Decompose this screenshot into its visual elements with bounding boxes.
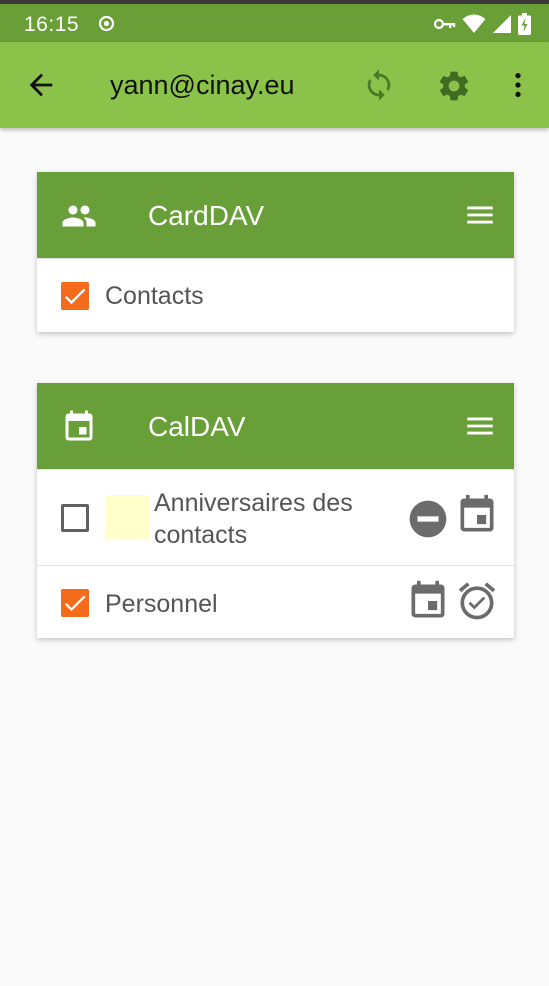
calendar-icon bbox=[406, 579, 450, 623]
contacts-label: Contacts bbox=[105, 282, 204, 310]
menu-icon bbox=[467, 417, 493, 435]
settings-gear-icon bbox=[439, 71, 469, 101]
anniversaires-label: Anniversaires des contacts bbox=[154, 489, 353, 549]
carddav-title: CardDAV bbox=[148, 200, 265, 231]
more-options-button[interactable] bbox=[502, 68, 534, 102]
status-icons bbox=[434, 13, 531, 35]
caldav-menu-button[interactable] bbox=[463, 409, 497, 443]
checkmark-icon bbox=[64, 595, 86, 612]
alarm-check-icon bbox=[455, 579, 499, 623]
calendar-icon bbox=[61, 409, 97, 445]
menu-icon bbox=[467, 206, 493, 224]
sync-button[interactable] bbox=[362, 68, 396, 102]
carddav-card: CardDAV Contacts bbox=[37, 172, 514, 332]
wifi-icon bbox=[462, 14, 486, 34]
caldav-card: CalDAV Anniversaires des contacts Person… bbox=[37, 383, 514, 638]
vpn-key-icon bbox=[434, 17, 456, 31]
more-vert-icon bbox=[515, 73, 521, 97]
people-icon bbox=[61, 198, 97, 234]
calendar-color-swatch bbox=[105, 495, 149, 539]
back-button[interactable] bbox=[24, 68, 58, 102]
personnel-label: Personnel bbox=[105, 590, 218, 618]
settings-button[interactable] bbox=[436, 68, 472, 104]
carddav-header: CardDAV bbox=[37, 172, 514, 258]
back-arrow-icon bbox=[29, 73, 53, 97]
caldav-title: CalDAV bbox=[148, 411, 246, 442]
list-item[interactable]: Personnel bbox=[37, 565, 514, 639]
location-dot-icon bbox=[98, 15, 115, 32]
app-title: yann@cinay.eu bbox=[110, 70, 295, 100]
contacts-checkbox[interactable] bbox=[61, 282, 89, 310]
personnel-checkbox[interactable] bbox=[61, 589, 89, 617]
sync-icon bbox=[367, 69, 391, 101]
signal-icon bbox=[492, 14, 512, 34]
status-bar: 16:15 bbox=[0, 4, 549, 42]
read-only-minus-icon bbox=[407, 498, 449, 540]
list-item[interactable]: Contacts bbox=[37, 258, 514, 332]
anniversaires-checkbox[interactable] bbox=[61, 504, 89, 532]
carddav-menu-button[interactable] bbox=[463, 198, 497, 232]
status-time: 16:15 bbox=[24, 13, 80, 36]
app-bar: yann@cinay.eu bbox=[0, 42, 549, 128]
list-item[interactable]: Anniversaires des contacts bbox=[37, 469, 514, 565]
calendar-icon bbox=[455, 493, 499, 537]
battery-icon bbox=[518, 13, 531, 35]
checkmark-icon bbox=[64, 288, 86, 305]
caldav-header: CalDAV bbox=[37, 383, 514, 469]
